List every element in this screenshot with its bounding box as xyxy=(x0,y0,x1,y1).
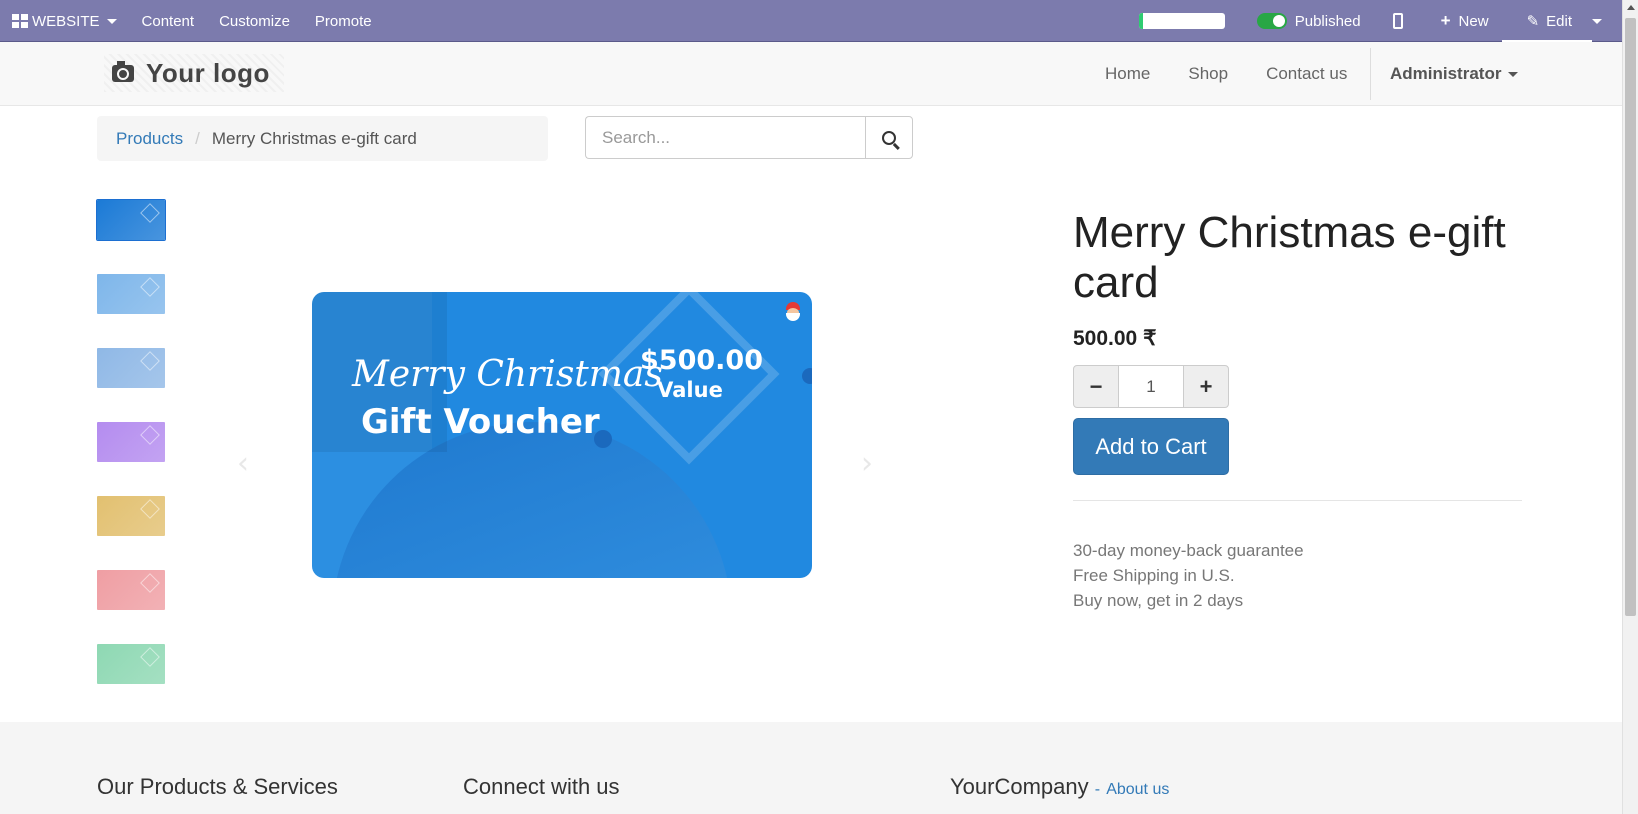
thumbnail[interactable] xyxy=(97,422,165,462)
apps-grid-icon xyxy=(12,14,28,28)
edit-button-label: Edit xyxy=(1546,12,1572,30)
promote-menu[interactable]: Promote xyxy=(315,13,372,30)
breadcrumb-current: Merry Christmas e-gift card xyxy=(211,128,417,148)
footer-connect-heading: Connect with us xyxy=(463,774,620,799)
site-logo[interactable]: Your logo xyxy=(104,54,284,92)
website-admin-bar: WEBSITE Content Customize Promote Publis… xyxy=(0,0,1622,42)
caret-down-icon xyxy=(106,18,117,24)
carousel-next-icon[interactable]: › xyxy=(861,446,873,481)
thumbnail[interactable] xyxy=(97,570,165,610)
scroll-thumb[interactable] xyxy=(1625,18,1636,616)
page-scrollbar[interactable] xyxy=(1622,0,1638,814)
scroll-up-arrow-icon[interactable] xyxy=(1627,5,1635,10)
voucher-dot xyxy=(802,368,812,384)
main-nav: Home Shop Contact us xyxy=(1070,42,1347,106)
mobile-preview-icon[interactable] xyxy=(1392,13,1403,29)
breadcrumb-products-link[interactable]: Products xyxy=(116,129,183,149)
search-input[interactable] xyxy=(585,116,865,159)
thumbnail[interactable] xyxy=(97,496,165,536)
thumbnail-diamond xyxy=(140,573,160,593)
divider xyxy=(1073,500,1522,501)
voucher-title: Gift Voucher xyxy=(361,402,600,442)
santa-icon xyxy=(784,302,802,322)
voucher-amount: $500.00 xyxy=(640,345,763,376)
site-footer: Our Products & Services Connect with us … xyxy=(0,722,1622,814)
search-button[interactable] xyxy=(865,116,913,159)
thumbnail[interactable] xyxy=(97,348,165,388)
edit-dropdown-caret-icon[interactable] xyxy=(1592,18,1602,24)
breadcrumb: Products / Merry Christmas e-gift card xyxy=(97,116,548,161)
website-menu-label: WEBSITE xyxy=(32,12,100,30)
santa-beard xyxy=(786,313,800,321)
customize-menu[interactable]: Customize xyxy=(219,13,290,30)
footer-about-us-link[interactable]: About us xyxy=(1106,781,1169,798)
website-menu-button[interactable]: WEBSITE xyxy=(12,13,117,30)
product-title: Merry Christmas e-gift card xyxy=(1073,208,1506,307)
thumbnail-diamond xyxy=(140,647,160,667)
footer-company-heading: YourCompany - About us xyxy=(950,774,1169,800)
edit-button[interactable]: ✎ Edit xyxy=(1526,12,1572,31)
logo-text: Your logo xyxy=(146,57,270,88)
thumbnail[interactable] xyxy=(97,274,165,314)
thumbnail[interactable] xyxy=(96,199,166,241)
plus-icon: + xyxy=(1440,11,1451,30)
user-menu-label: Administrator xyxy=(1390,64,1502,83)
seo-progress-bar[interactable] xyxy=(1138,13,1225,29)
breadcrumb-separator: / xyxy=(195,128,200,148)
quantity-decrease-button[interactable]: − xyxy=(1073,365,1119,408)
footer-company-name: YourCompany xyxy=(950,774,1089,799)
thumbnail-diamond xyxy=(140,277,160,297)
publish-toggle[interactable] xyxy=(1256,13,1287,29)
thumbnail-diamond xyxy=(140,499,160,519)
guarantee-list: 30-day money-back guarantee Free Shippin… xyxy=(1073,538,1304,613)
nav-divider xyxy=(1370,48,1371,100)
voucher-value-label: Value xyxy=(657,378,723,402)
footer-dash: - xyxy=(1094,781,1101,798)
guarantee-item: Buy now, get in 2 days xyxy=(1073,591,1244,610)
published-label[interactable]: Published xyxy=(1295,13,1361,30)
new-button[interactable]: + New xyxy=(1441,11,1489,31)
carousel-prev-icon[interactable]: ‹ xyxy=(237,446,249,481)
thumbnail-diamond xyxy=(140,351,160,371)
quantity-stepper: − + xyxy=(1073,365,1229,408)
add-to-cart-button[interactable]: Add to Cart xyxy=(1073,418,1229,475)
product-search xyxy=(585,116,913,159)
admin-bar-right: Published + New ✎ Edit xyxy=(1138,0,1622,42)
footer-products-heading: Our Products & Services xyxy=(97,774,338,799)
caret-down-icon xyxy=(1508,71,1519,77)
nav-shop[interactable]: Shop xyxy=(1188,64,1228,84)
product-main-image: Merry Christmas Gift Voucher $500.00 Val… xyxy=(312,292,812,578)
new-button-label: New xyxy=(1458,12,1489,30)
pencil-icon: ✎ xyxy=(1526,13,1540,30)
thumbnail[interactable] xyxy=(97,644,165,684)
quantity-input[interactable] xyxy=(1119,365,1183,408)
camera-icon xyxy=(112,60,134,82)
thumbnail-diamond xyxy=(140,203,160,223)
thumbnail-list xyxy=(96,199,166,718)
nav-contact-us[interactable]: Contact us xyxy=(1266,64,1347,84)
site-header: Your logo Home Shop Contact us Administr… xyxy=(0,42,1622,106)
guarantee-item: Free Shipping in U.S. xyxy=(1073,566,1235,585)
admin-bar-left: WEBSITE Content Customize Promote xyxy=(12,0,397,42)
user-menu[interactable]: Administrator xyxy=(1390,42,1519,106)
content-menu[interactable]: Content xyxy=(142,13,195,30)
product-price: 500.00 ₹ xyxy=(1073,327,1157,350)
guarantee-item: 30-day money-back guarantee xyxy=(1073,541,1304,560)
voucher-script-text: Merry Christmas xyxy=(352,354,663,395)
progress-fill xyxy=(1138,13,1144,29)
nav-home[interactable]: Home xyxy=(1105,64,1150,84)
quantity-increase-button[interactable]: + xyxy=(1183,365,1229,408)
thumbnail-diamond xyxy=(140,425,160,445)
search-icon xyxy=(882,130,896,145)
